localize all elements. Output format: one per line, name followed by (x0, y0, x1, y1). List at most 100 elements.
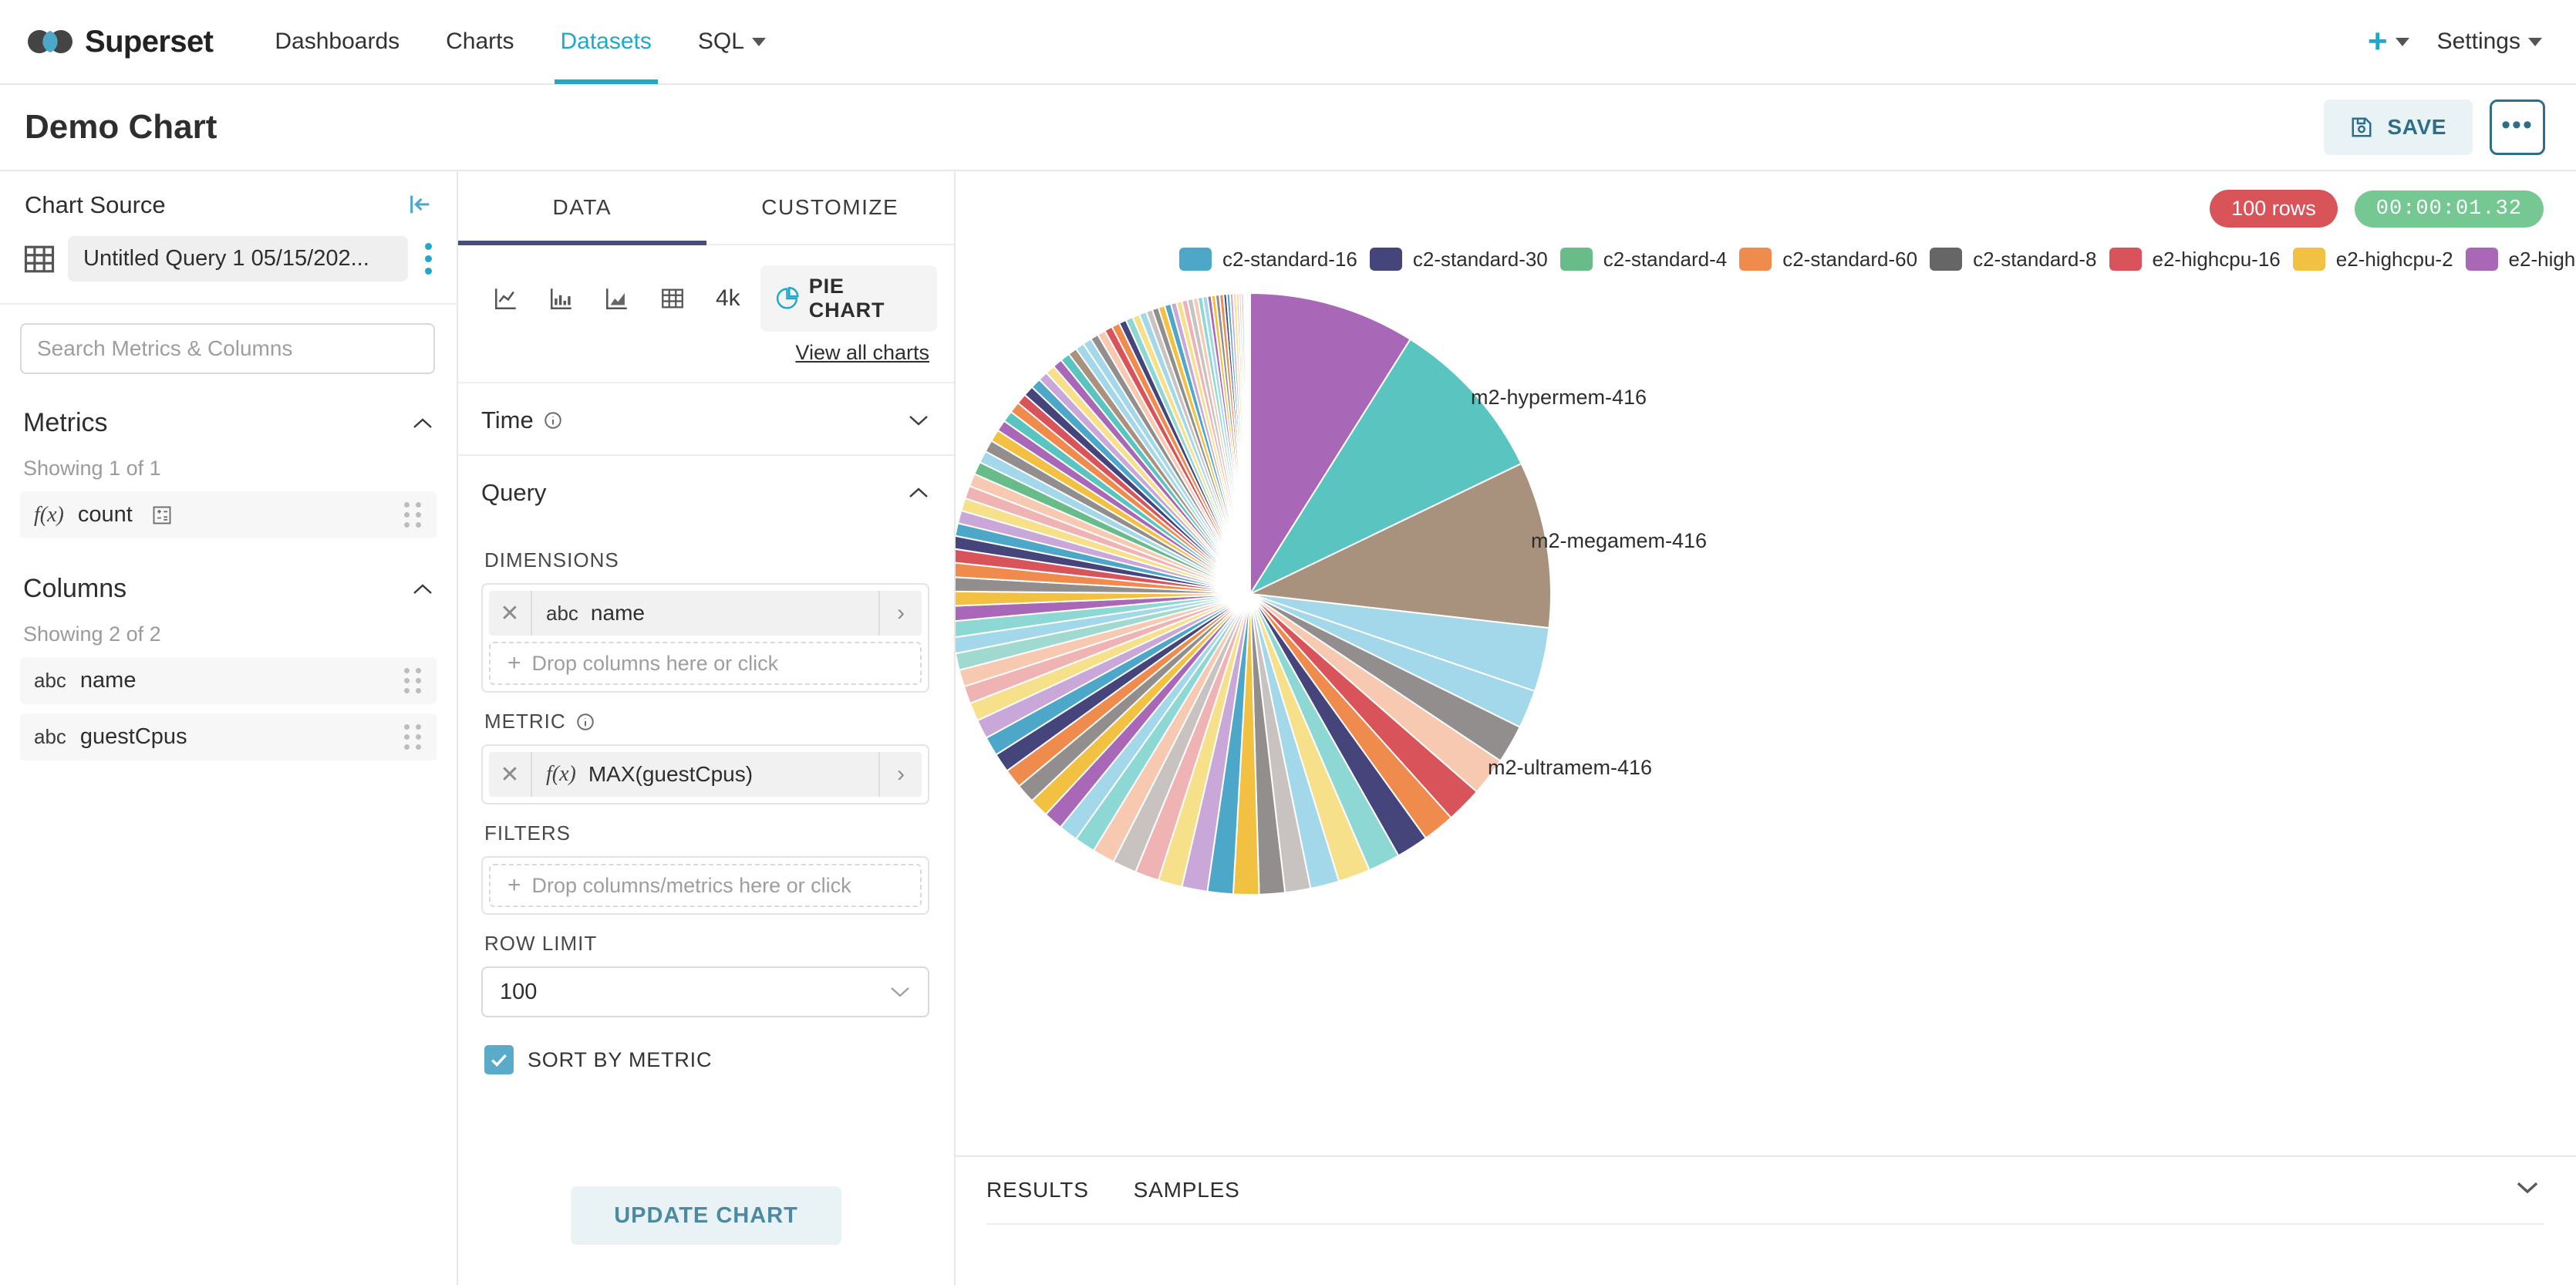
dimensions-drop-area[interactable]: ✕ abc name › + Drop columns here or clic… (481, 583, 929, 693)
more-options-button[interactable]: ••• (2490, 99, 2545, 155)
chevron-up-icon[interactable] (412, 417, 433, 430)
dataset-row: Untitled Query 1 05/15/202... (0, 219, 457, 305)
superset-logo[interactable]: Superset (26, 25, 213, 59)
chevron-right-icon[interactable]: › (878, 591, 922, 636)
sort-by-metric-label: SORT BY METRIC (528, 1048, 712, 1072)
nav-right-actions: + Settings (2368, 25, 2542, 59)
columns-title: Columns (23, 574, 126, 604)
settings-label: Settings (2437, 29, 2520, 55)
collapse-panel-icon[interactable] (407, 191, 433, 218)
line-chart-icon[interactable] (478, 275, 534, 322)
tab-customize[interactable]: CUSTOMIZE (706, 171, 955, 244)
pie-slice[interactable] (1249, 293, 1250, 594)
collapse-results-icon[interactable] (2514, 1179, 2541, 1196)
legend-item[interactable]: e2-highcpu-2 (2293, 248, 2453, 272)
plus-icon: + (507, 872, 521, 899)
chevron-right-icon[interactable]: › (878, 752, 922, 797)
legend-item[interactable]: c2-standard-60 (1739, 248, 1917, 272)
legend-swatch (2109, 248, 2142, 271)
legend-swatch (1370, 248, 1402, 271)
legend-swatch (2293, 248, 2325, 271)
info-icon[interactable] (543, 410, 563, 430)
chevron-down-icon (752, 38, 766, 46)
check-icon (489, 1050, 509, 1070)
metric-item-count[interactable]: f(x) count (20, 491, 437, 538)
column-label: name (80, 668, 137, 693)
legend-item[interactable]: c2-standard-8 (1930, 248, 2096, 272)
filters-label: FILTERS (484, 821, 929, 845)
dimensions-dropzone[interactable]: + Drop columns here or click (489, 642, 922, 685)
legend-item[interactable]: e2-highcpu-32 (2466, 248, 2576, 272)
search-input[interactable] (20, 323, 435, 374)
view-all-charts-link[interactable]: View all charts (458, 332, 954, 365)
big-number-icon[interactable]: 4k (700, 275, 756, 322)
metric-drop-area[interactable]: ✕ f(x) MAX(guestCpus) › (481, 744, 929, 804)
table-viz-icon[interactable] (645, 275, 700, 322)
column-item-guestcpus[interactable]: abc guestCpus (20, 713, 437, 761)
nav-link-sql[interactable]: SQL (675, 0, 789, 84)
remove-icon[interactable]: ✕ (489, 591, 532, 636)
chevron-up-icon[interactable] (908, 487, 929, 499)
filters-dropzone[interactable]: + Drop columns/metrics here or click (489, 864, 922, 907)
filters-drop-area[interactable]: + Drop columns/metrics here or click (481, 856, 929, 915)
metrics-title: Metrics (23, 408, 108, 438)
legend-item[interactable]: c2-standard-16 (1179, 248, 1357, 272)
drag-handle-icon[interactable] (404, 502, 423, 528)
legend-item[interactable]: c2-standard-4 (1560, 248, 1727, 272)
metrics-section-header[interactable]: Metrics (0, 382, 457, 438)
results-tabs: RESULTS SAMPLES (986, 1157, 2544, 1223)
string-type-icon: abc (546, 602, 578, 626)
column-label: guestCpus (80, 724, 187, 750)
update-chart-button[interactable]: UPDATE CHART (571, 1186, 841, 1245)
query-controls: DIMENSIONS ✕ abc name › + Drop columns h… (458, 527, 954, 1074)
nav-link-datasets[interactable]: Datasets (538, 0, 675, 84)
area-chart-icon[interactable] (589, 275, 645, 322)
sort-by-metric-checkbox[interactable] (484, 1045, 514, 1074)
legend-item[interactable]: e2-highcpu-16 (2109, 248, 2281, 272)
time-section-header[interactable]: Time (458, 382, 954, 454)
tab-results[interactable]: RESULTS (986, 1178, 1089, 1202)
nav-link-dashboards[interactable]: Dashboards (251, 0, 423, 84)
chevron-down-icon (889, 986, 911, 998)
settings-menu[interactable]: Settings (2437, 29, 2542, 55)
viz-type-pie-chart[interactable]: PIE CHART (760, 265, 937, 332)
legend-item[interactable]: c2-standard-30 (1370, 248, 1548, 272)
new-item-button[interactable]: + (2368, 25, 2409, 59)
legend-label: c2-standard-30 (1413, 248, 1548, 272)
dimension-chip-name[interactable]: ✕ abc name › (489, 591, 922, 636)
row-limit-label: ROW LIMIT (484, 932, 929, 956)
nav-link-charts[interactable]: Charts (423, 0, 537, 84)
metric-chip-max-guestcpus[interactable]: ✕ f(x) MAX(guestCpus) › (489, 752, 922, 797)
save-button[interactable]: SAVE (2324, 99, 2473, 155)
query-section-header[interactable]: Query (458, 454, 954, 527)
column-item-name[interactable]: abc name (20, 657, 437, 704)
calculator-icon (151, 504, 173, 526)
page-title[interactable]: Demo Chart (25, 108, 217, 147)
info-icon[interactable] (575, 712, 595, 732)
time-section-title: Time (481, 406, 563, 434)
tab-data[interactable]: DATA (458, 171, 706, 244)
chart-area: 100 rows 00:00:01.32 c2-standard-16 c2-s… (956, 171, 2576, 1285)
dataset-name[interactable]: Untitled Query 1 05/15/202... (68, 236, 408, 282)
drag-handle-icon[interactable] (404, 724, 423, 750)
pie-chart-plot[interactable]: m2-hypermem-416 m2-megamem-416 m2-ultram… (956, 285, 2576, 1155)
remove-icon[interactable]: ✕ (489, 752, 532, 797)
tab-samples[interactable]: SAMPLES (1134, 1178, 1240, 1202)
plus-icon: + (2368, 25, 2388, 59)
nav-link-label: Charts (446, 29, 514, 55)
superset-explore-page: Superset Dashboards Charts Datasets SQL … (0, 0, 2576, 1285)
chart-legend: c2-standard-16 c2-standard-30 c2-standar… (956, 233, 2576, 285)
dataset-menu-icon[interactable] (420, 237, 437, 281)
control-panel: DATA CUSTOMIZE 4k (458, 171, 956, 1285)
pie-chart-icon (774, 285, 800, 312)
chevron-down-icon[interactable] (908, 414, 929, 427)
drag-handle-icon[interactable] (404, 668, 423, 693)
chevron-up-icon[interactable] (412, 583, 433, 595)
row-limit-select[interactable]: 100 (481, 966, 929, 1017)
bar-chart-icon[interactable] (534, 275, 589, 322)
query-section-title: Query (481, 479, 546, 507)
pie-chart-svg[interactable] (956, 285, 2575, 1064)
columns-section-header[interactable]: Columns (0, 548, 457, 604)
sort-by-metric-row[interactable]: SORT BY METRIC (484, 1045, 929, 1074)
chevron-down-icon (2396, 38, 2409, 46)
